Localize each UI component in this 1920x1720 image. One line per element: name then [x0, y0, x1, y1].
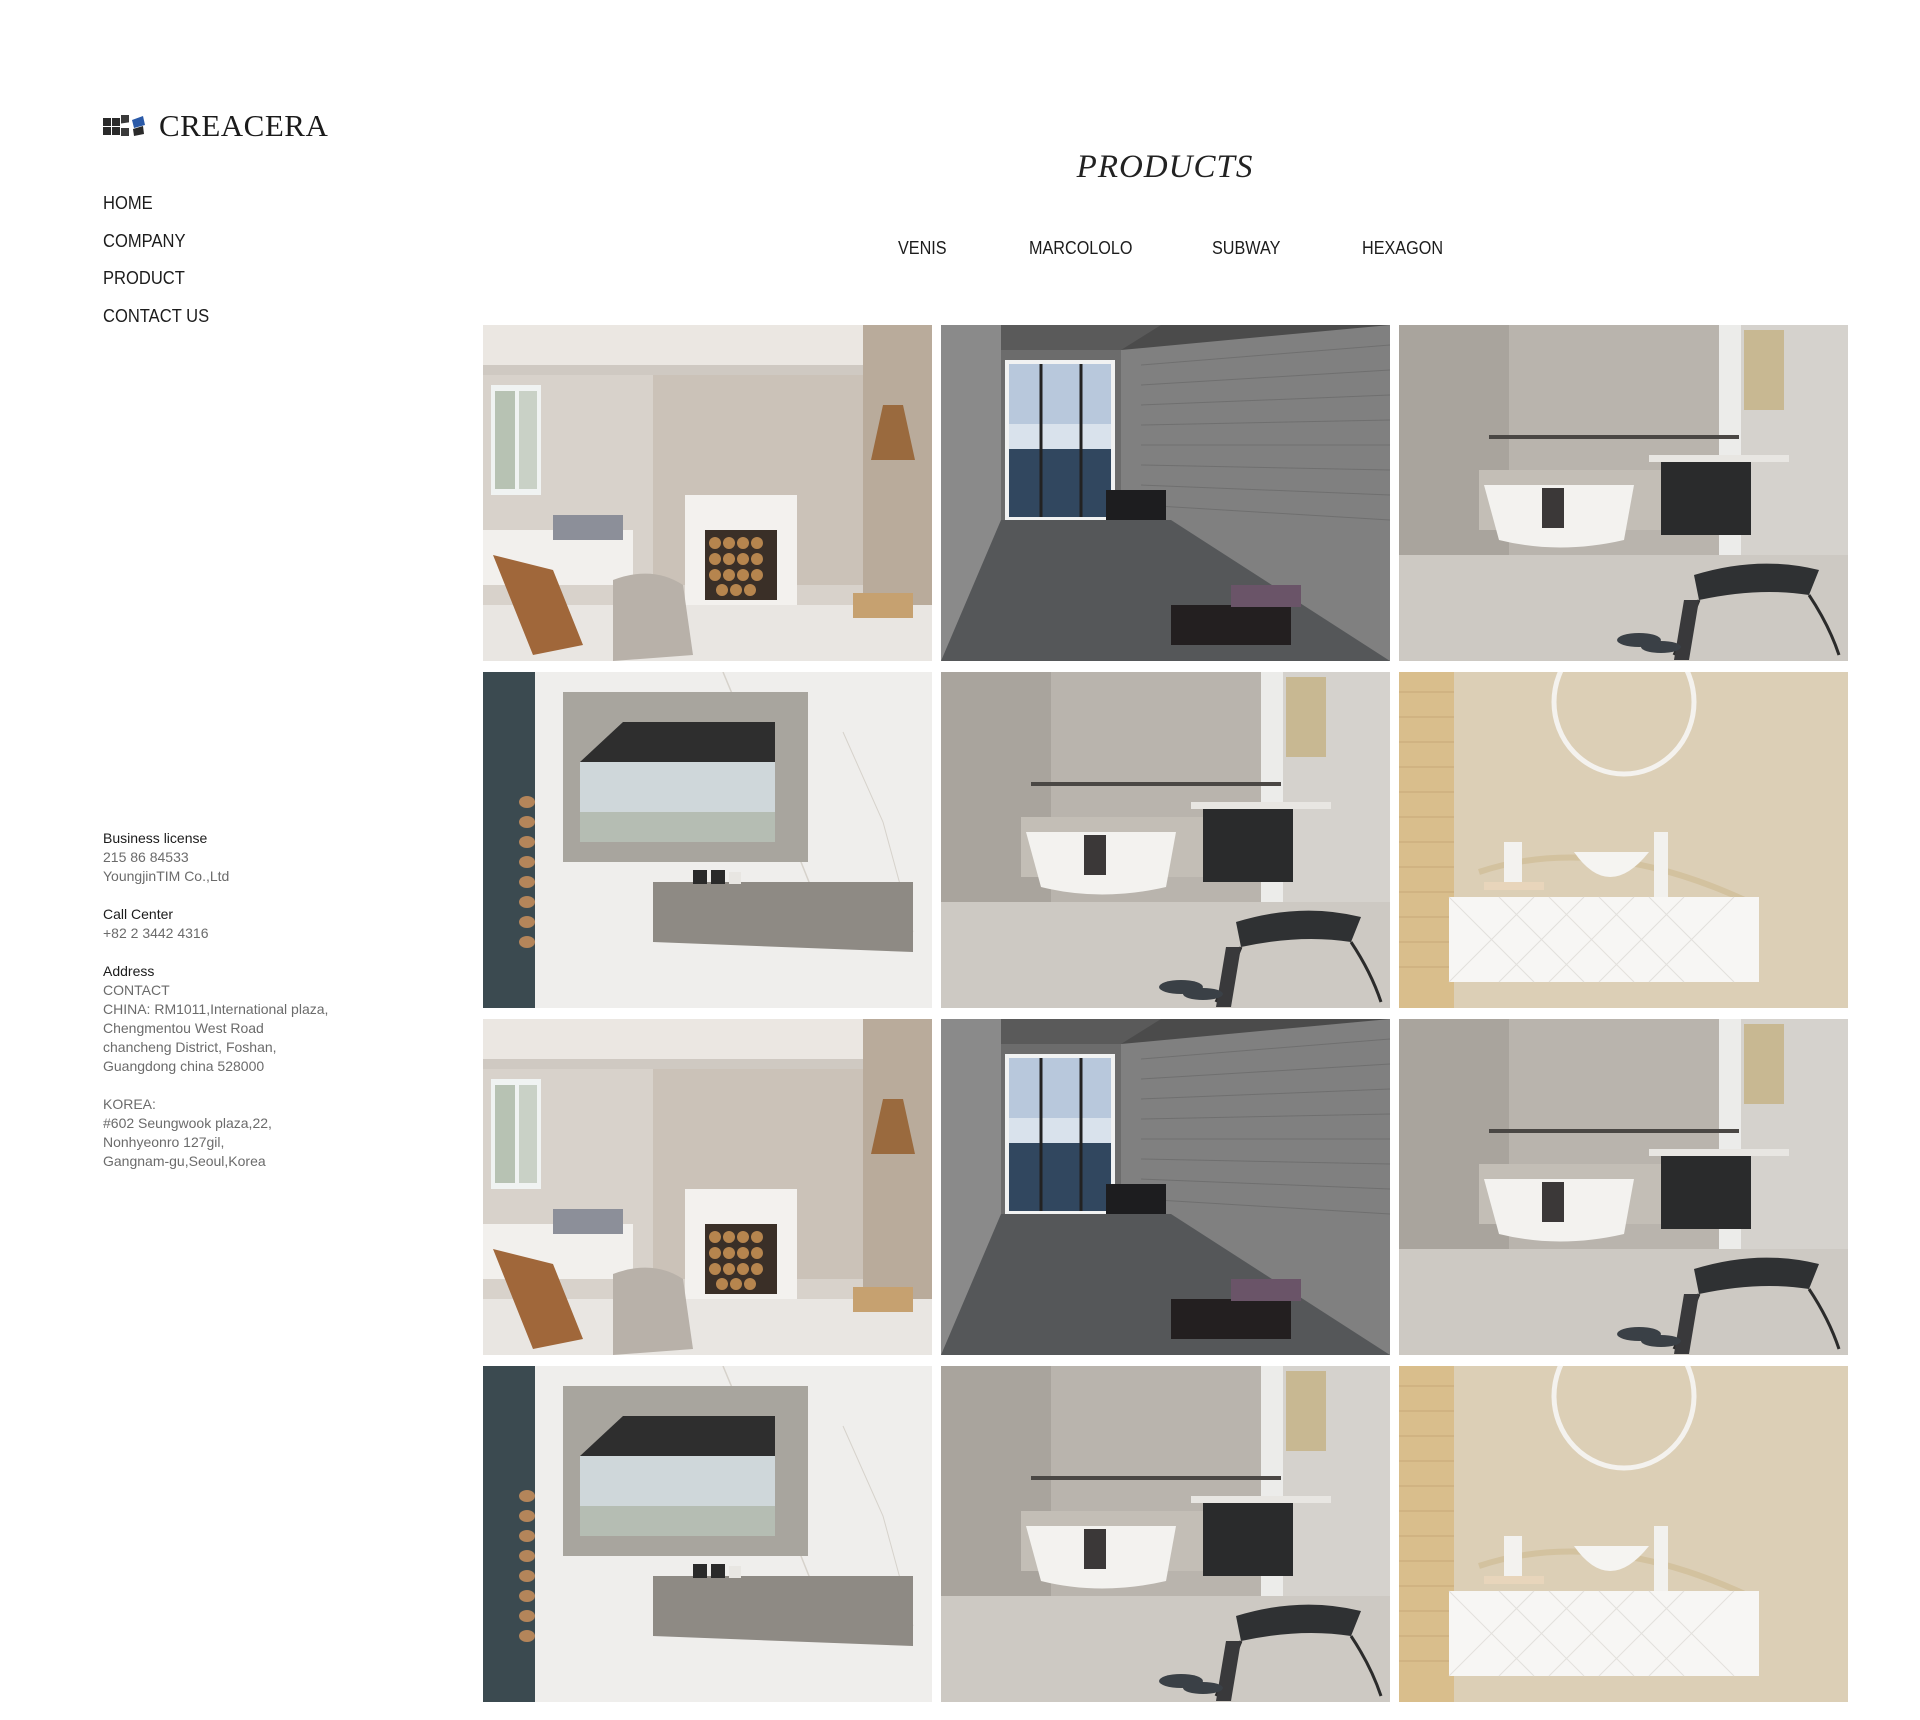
category-tabs: VENIS MARCOLOLO SUBWAY HEXAGON	[0, 238, 1920, 268]
business-license-label: Business license	[103, 830, 208, 846]
address-line: Nonhyeonro 127gil,	[103, 1134, 225, 1150]
product-image	[483, 1019, 932, 1355]
product-tile[interactable]	[1399, 325, 1848, 661]
product-tile[interactable]	[483, 1366, 932, 1702]
address-line: KOREA:	[103, 1096, 156, 1112]
product-tile[interactable]	[941, 672, 1390, 1008]
product-tile[interactable]	[941, 325, 1390, 661]
product-image	[1399, 325, 1848, 661]
product-image	[941, 1366, 1390, 1702]
tab-venis[interactable]: VENIS	[898, 238, 947, 259]
address-line: Guangdong china 528000	[103, 1058, 265, 1074]
product-image	[483, 1366, 932, 1702]
nav-contact-us[interactable]: CONTACT US	[103, 305, 209, 343]
product-tile[interactable]	[1399, 1366, 1848, 1702]
product-image	[941, 1019, 1390, 1355]
product-tile[interactable]	[483, 672, 932, 1008]
product-tile[interactable]	[483, 325, 932, 661]
address-line: #602 Seungwook plaza,22,	[103, 1115, 272, 1131]
address-line: Chengmentou West Road	[103, 1020, 264, 1036]
product-image	[483, 672, 932, 1008]
product-image	[941, 672, 1390, 1008]
brand-name: CREACERA	[159, 108, 329, 143]
product-image	[1399, 672, 1848, 1008]
nav-home[interactable]: HOME	[103, 192, 209, 230]
tab-marcololo[interactable]: MARCOLOLO	[1029, 238, 1133, 259]
product-tile[interactable]	[941, 1366, 1390, 1702]
company-info: Business license 215 86 84533 YoungjinTI…	[103, 829, 328, 1190]
product-tile[interactable]	[483, 1019, 932, 1355]
tile-logo-icon	[103, 114, 145, 136]
product-image	[1399, 1019, 1848, 1355]
product-image	[941, 325, 1390, 661]
product-image	[483, 325, 932, 661]
address-line: CHINA: RM1011,International plaza,	[103, 1001, 329, 1017]
address-line: chancheng District, Foshan,	[103, 1039, 277, 1055]
call-center-block: Call Center +82 2 3442 4316	[103, 905, 328, 943]
call-center-phone: +82 2 3442 4316	[103, 925, 209, 941]
call-center-label: Call Center	[103, 906, 174, 922]
address-line: Gangnam-gu,Seoul,Korea	[103, 1153, 266, 1169]
product-tile[interactable]	[1399, 1019, 1848, 1355]
address-block: Address CONTACT CHINA: RM1011,Internatio…	[103, 962, 328, 1076]
business-license-number: 215 86 84533	[103, 849, 189, 865]
business-license-block: Business license 215 86 84533 YoungjinTI…	[103, 829, 328, 886]
brand-logo[interactable]: CREACERA	[103, 110, 328, 141]
product-tile[interactable]	[941, 1019, 1390, 1355]
korea-address-block: KOREA: #602 Seungwook plaza,22, Nonhyeon…	[103, 1095, 328, 1171]
nav-product[interactable]: PRODUCT	[103, 267, 209, 305]
product-tile[interactable]	[1399, 672, 1848, 1008]
product-image	[1399, 1366, 1848, 1702]
tab-subway[interactable]: SUBWAY	[1212, 238, 1280, 259]
address-label: Address	[103, 963, 155, 979]
address-line: CONTACT	[103, 982, 170, 998]
company-name: YoungjinTIM Co.,Ltd	[103, 868, 230, 884]
tab-hexagon[interactable]: HEXAGON	[1362, 238, 1443, 259]
page-title: PRODUCTS	[1076, 149, 1254, 185]
